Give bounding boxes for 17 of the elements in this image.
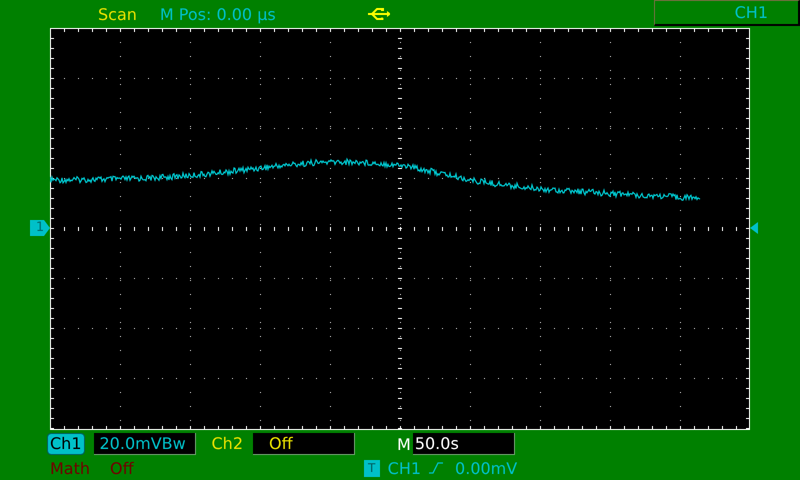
timebase-label: M	[397, 434, 411, 454]
trigger-level: 0.00mV	[455, 458, 518, 478]
trigger-marker: T	[364, 460, 380, 476]
channel-marker: 1	[30, 220, 50, 236]
channel-scale: 20.0mVBw	[94, 433, 196, 455]
trigger-source: CH1	[388, 458, 422, 478]
channel-scale: Off	[253, 433, 355, 455]
channel-menu-title: CH1	[654, 0, 800, 26]
acquisition-mode: Scan	[98, 4, 137, 24]
channel-label[interactable]: Ch1	[48, 434, 84, 454]
channel-label[interactable]: Ch2	[210, 434, 245, 454]
timebase-value: 50.0s	[412, 433, 515, 455]
horizontal-position: M Pos: 0.00 µs	[160, 4, 276, 24]
rising-edge-icon	[429, 462, 444, 474]
math-status: Off	[110, 458, 134, 478]
usb-icon	[368, 8, 390, 20]
math-label: Math	[50, 458, 90, 478]
